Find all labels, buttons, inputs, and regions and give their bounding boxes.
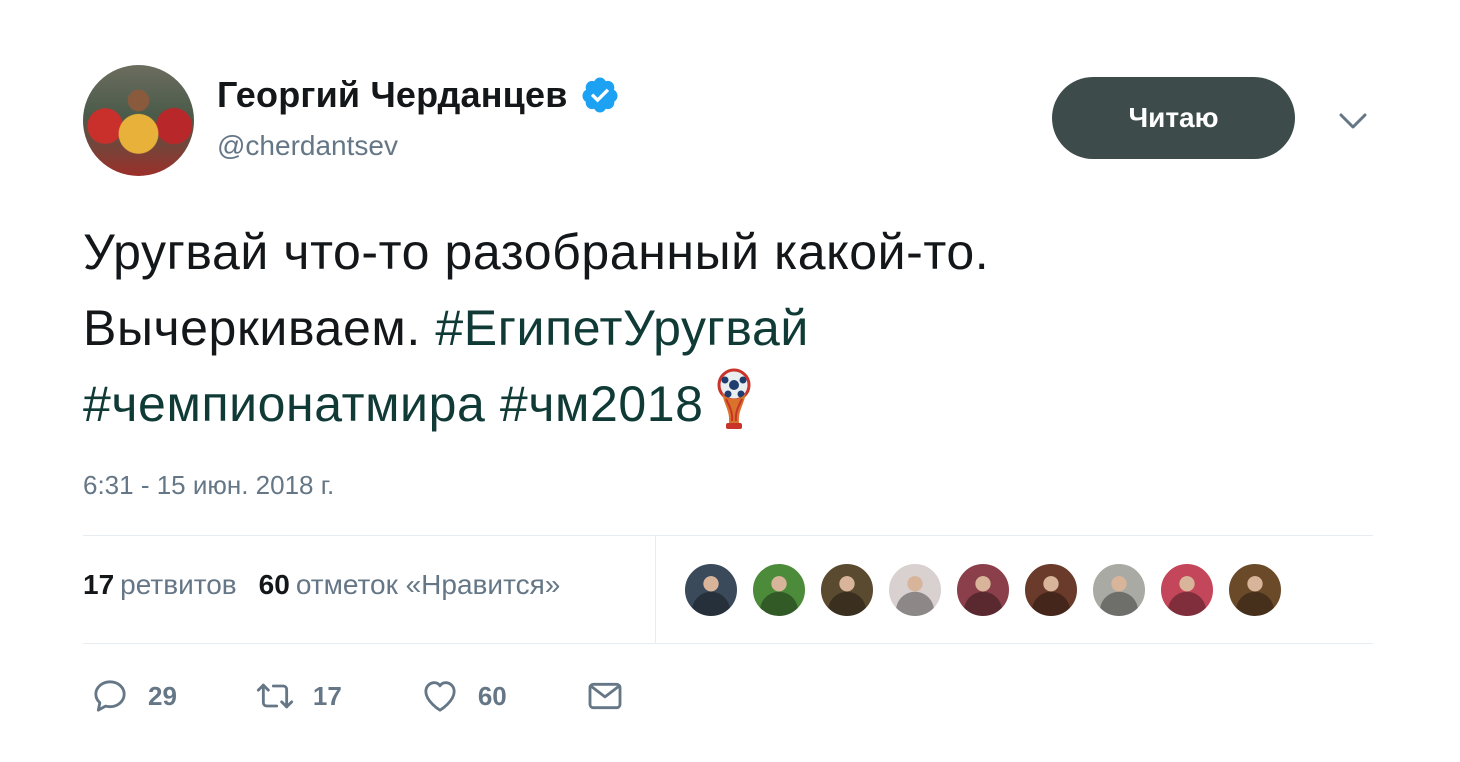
direct-message-button[interactable] xyxy=(585,676,625,716)
tweet-text-segment: Вычеркиваем. xyxy=(83,300,436,356)
retweets-count: 17 xyxy=(83,569,115,600)
retweets-label: ретвитов xyxy=(120,569,237,600)
liker-avatar[interactable] xyxy=(1023,562,1079,618)
tweet-text: Уругвай что-то разобранный какой-то. Выч… xyxy=(83,214,1313,442)
envelope-icon xyxy=(588,682,622,710)
liker-avatar[interactable] xyxy=(683,562,739,618)
tweet-text-line: Вычеркиваем. #ЕгипетУругвай xyxy=(83,290,1313,366)
tweet-timestamp[interactable]: 6:31 - 15 июн. 2018 г. xyxy=(83,470,334,501)
like-button[interactable]: 60 xyxy=(420,676,507,716)
liker-avatar[interactable] xyxy=(887,562,943,618)
hashtag-link[interactable]: #чм2018 xyxy=(500,376,704,432)
divider xyxy=(83,535,1373,536)
retweet-count: 17 xyxy=(312,680,342,711)
retweet-icon xyxy=(256,683,294,709)
reply-icon xyxy=(94,680,126,712)
hashtag-link[interactable]: #ЕгипетУругвай xyxy=(435,300,809,356)
following-button[interactable]: Читаю xyxy=(1052,77,1295,159)
heart-icon xyxy=(424,681,456,712)
tweet-actions: 29 17 60 xyxy=(90,676,703,716)
divider xyxy=(83,643,1373,644)
liker-avatar[interactable] xyxy=(819,562,875,618)
author-handle[interactable]: @cherdantsev xyxy=(217,130,398,162)
liker-avatar[interactable] xyxy=(1227,562,1283,618)
liker-avatar[interactable] xyxy=(955,562,1011,618)
retweet-button[interactable]: 17 xyxy=(255,676,342,716)
liker-avatar[interactable] xyxy=(751,562,807,618)
verified-badge-icon xyxy=(582,77,618,113)
tweet-card: Георгий Черданцев @cherdantsev Читаю Уру… xyxy=(0,0,1460,762)
divider xyxy=(655,535,656,643)
chevron-down-icon[interactable] xyxy=(1336,106,1370,136)
author-avatar[interactable] xyxy=(83,65,194,176)
engagement-stats: 17 ретвитов 60 отметок «Нравится» xyxy=(83,569,560,601)
author-name-row: Георгий Черданцев xyxy=(217,74,620,116)
likes-label: отметок «Нравится» xyxy=(295,569,561,600)
liker-avatar[interactable] xyxy=(1091,562,1147,618)
like-count: 60 xyxy=(477,680,507,711)
reply-button[interactable]: 29 xyxy=(90,676,177,716)
liker-avatars xyxy=(683,562,1283,618)
world-cup-trophy-icon xyxy=(717,368,751,429)
tweet-text-line: #чемпионатмира #чм2018 xyxy=(83,366,1313,442)
retweets-stat[interactable]: 17 ретвитов xyxy=(83,569,237,601)
likes-stat[interactable]: 60 отметок «Нравится» xyxy=(259,569,561,601)
author-name[interactable]: Георгий Черданцев xyxy=(217,74,568,116)
liker-avatar[interactable] xyxy=(1159,562,1215,618)
likes-count: 60 xyxy=(258,569,290,600)
tweet-text-line: Уругвай что-то разобранный какой-то. xyxy=(83,224,990,280)
hashtag-link[interactable]: #чемпионатмира xyxy=(83,376,485,432)
reply-count: 29 xyxy=(148,680,177,711)
